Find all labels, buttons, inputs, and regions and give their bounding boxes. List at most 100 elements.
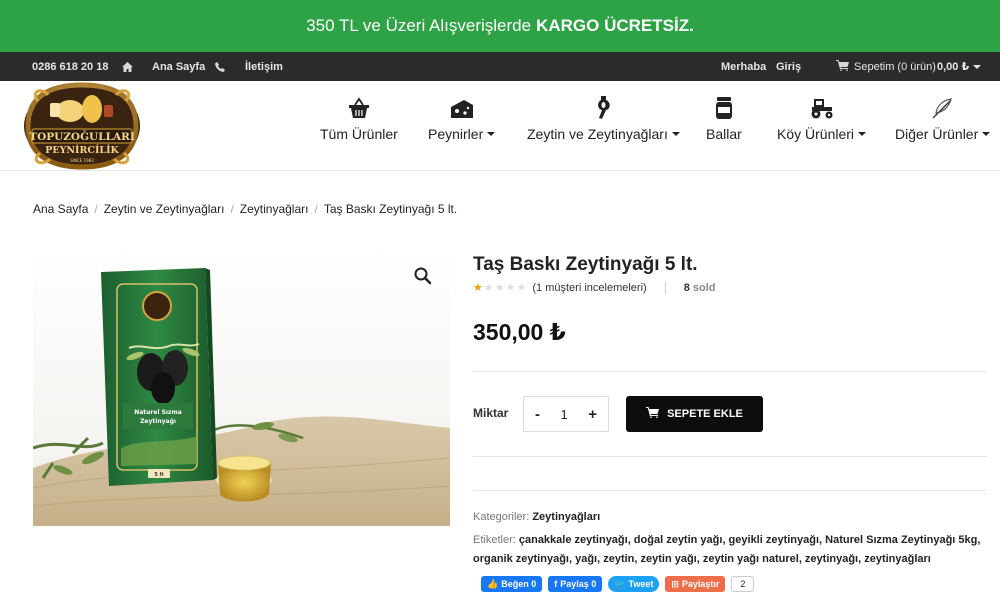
nav-label: Ballar: [706, 126, 742, 142]
topbar-home-link[interactable]: Ana Sayfa: [152, 52, 205, 81]
breadcrumb-home[interactable]: Ana Sayfa: [33, 202, 88, 216]
product-rating: ★ ★ ★ ★ ★ (1 müşteri incelemeleri) 8 sold: [473, 282, 716, 294]
divider: [473, 371, 987, 372]
add-to-cart-button[interactable]: SEPETE EKLE: [626, 396, 763, 432]
cheese-icon: [450, 95, 474, 119]
breadcrumb-category[interactable]: Zeytin ve Zeytinyağları: [104, 202, 225, 216]
facebook-like-label: Beğen 0: [501, 579, 537, 589]
share-label: Paylaştır: [681, 579, 720, 589]
plus-icon: ⊞: [671, 578, 679, 589]
nav-label: Köy Ürünleri: [777, 126, 855, 142]
login-link[interactable]: Giriş: [776, 52, 801, 81]
tags-key: Etiketler:: [473, 534, 516, 546]
chevron-down-icon: [858, 132, 867, 136]
tags-line-2[interactable]: organik zeytinyağı, yağı, zeytin, zeytin…: [473, 553, 931, 565]
topbar-contact-link[interactable]: İletişim: [245, 52, 283, 81]
tweet-button[interactable]: 🐦 Tweet: [608, 576, 660, 592]
chevron-down-icon: [973, 64, 982, 69]
greeting-text: Merhaba: [721, 60, 767, 73]
quantity-stepper: - 1 +: [523, 396, 609, 432]
phone-number[interactable]: 0286 618 20 18: [32, 52, 108, 81]
star-icon: ★: [505, 281, 516, 294]
chevron-down-icon: [671, 132, 680, 136]
svg-text:PEYNİRCİLİK: PEYNİRCİLİK: [45, 143, 119, 156]
site-header: TOPUZOĞULLARI PEYNİRCİLİK SINCE 1983 Tüm…: [0, 81, 1000, 171]
categories-key: Kategoriler:: [473, 511, 530, 523]
breadcrumb: Ana Sayfa / Zeytin ve Zeytinyağları / Ze…: [33, 202, 457, 216]
share-buttons: 👍 Beğen 0 f Paylaş 0 🐦 Tweet ⊞ Paylaştır…: [481, 576, 755, 592]
share-count: 2: [731, 576, 755, 592]
brand-logo[interactable]: TOPUZOĞULLARI PEYNİRCİLİK SINCE 1983: [20, 81, 144, 171]
star-icon: ★: [494, 281, 505, 294]
product-price: 350,00 ₺: [473, 319, 566, 345]
phone-icon[interactable]: [215, 52, 225, 81]
olive-oil-icon: [593, 95, 613, 119]
nav-label: Peynirler: [428, 126, 484, 142]
nav-label: Diğer Ürünler: [895, 126, 979, 142]
facebook-share-button[interactable]: f Paylaş 0: [548, 576, 603, 592]
nav-item-honeys[interactable]: Ballar: [706, 95, 742, 155]
cart-label: Sepetim (0 ürün): [854, 60, 936, 73]
can-label-brand: Naturel Sızma: [134, 409, 182, 416]
basket-icon: [348, 95, 370, 119]
quantity-decrease-button[interactable]: -: [535, 406, 540, 423]
facebook-share-label: Paylaş 0: [560, 579, 597, 589]
breadcrumb-separator: /: [94, 202, 98, 216]
star-icon: ★: [473, 281, 483, 294]
quantity-increase-button[interactable]: +: [588, 406, 597, 423]
product-image[interactable]: Naturel Sızma Zeytinyağı 5 lt: [33, 248, 450, 526]
breadcrumb-separator: /: [314, 202, 318, 216]
product-tags: Etiketler: çanakkale zeytinyağı, doğal z…: [473, 531, 993, 570]
honey-jar-icon: [715, 95, 733, 119]
nav-label: Tüm Ürünler: [320, 126, 398, 142]
twitter-icon: 🐦: [614, 578, 626, 589]
feather-icon: [931, 95, 955, 119]
tags-line-1[interactable]: çanakkale zeytinyağı, doğal zeytin yağı,…: [519, 534, 981, 546]
cart-total-value: 0,00 ₺: [937, 61, 970, 73]
nav-label: Zeytin ve Zeytinyağları: [527, 126, 668, 142]
add-to-cart-label: SEPETE EKLE: [667, 408, 743, 420]
categories-link[interactable]: Zeytinyağları: [532, 511, 600, 523]
quantity-label: Miktar: [473, 406, 509, 420]
svg-text:TOPUZOĞULLARI: TOPUZOĞULLARI: [29, 129, 135, 143]
chevron-down-icon: [487, 132, 496, 136]
star-icon: ★: [516, 281, 527, 294]
thumbs-up-icon: 👍: [487, 578, 499, 589]
nav-item-olives-oils[interactable]: Zeytin ve Zeytinyağları: [527, 95, 680, 155]
breadcrumb-separator: /: [230, 202, 234, 216]
quantity-value[interactable]: 1: [561, 407, 568, 422]
promo-highlight: KARGO ÜCRETSİZ.: [536, 16, 694, 35]
tractor-icon: [809, 95, 835, 119]
svg-text:SINCE 1983: SINCE 1983: [70, 158, 94, 163]
facebook-icon: f: [554, 579, 558, 589]
home-icon[interactable]: [122, 52, 133, 81]
divider: [473, 456, 987, 457]
nav-item-other-products[interactable]: Diğer Ürünler: [895, 95, 991, 155]
share-button[interactable]: ⊞ Paylaştır: [665, 576, 726, 592]
divider: [473, 490, 987, 491]
cart-link[interactable]: Sepetim (0 ürün): [836, 52, 936, 81]
cart-icon: [646, 407, 660, 421]
divider: [664, 282, 666, 294]
tweet-label: Tweet: [628, 579, 654, 589]
nav-item-cheeses[interactable]: Peynirler: [428, 95, 496, 155]
product-title: Taş Baskı Zeytinyağı 5 lt.: [473, 254, 698, 275]
top-bar: 0286 618 20 18 Ana Sayfa İletişim Merhab…: [0, 52, 1000, 81]
cart-total[interactable]: 0,00 ₺: [937, 52, 982, 81]
rating-stars: ★ ★ ★ ★ ★: [473, 281, 527, 294]
sold-count: 8 sold: [683, 282, 716, 294]
can-label-size: 5 lt: [154, 472, 164, 478]
nav-item-village-products[interactable]: Köy Ürünleri: [777, 95, 867, 155]
nav-item-all-products[interactable]: Tüm Ürünler: [320, 95, 398, 155]
chevron-down-icon: [982, 132, 991, 136]
promo-text: 350 TL ve Üzeri Alışverişlerde: [306, 16, 532, 35]
cart-icon: [836, 59, 849, 74]
star-icon: ★: [483, 281, 494, 294]
promo-banner: 350 TL ve Üzeri Alışverişlerde KARGO ÜCR…: [0, 0, 1000, 52]
breadcrumb-subcategory[interactable]: Zeytinyağları: [240, 202, 309, 216]
zoom-icon[interactable]: [408, 261, 438, 291]
breadcrumb-current: Taş Baskı Zeytinyağı 5 lt.: [323, 202, 458, 216]
reviews-link[interactable]: (1 müşteri incelemeleri): [532, 282, 646, 294]
facebook-like-button[interactable]: 👍 Beğen 0: [481, 576, 543, 592]
can-label-brand2: Zeytinyağı: [140, 418, 176, 425]
